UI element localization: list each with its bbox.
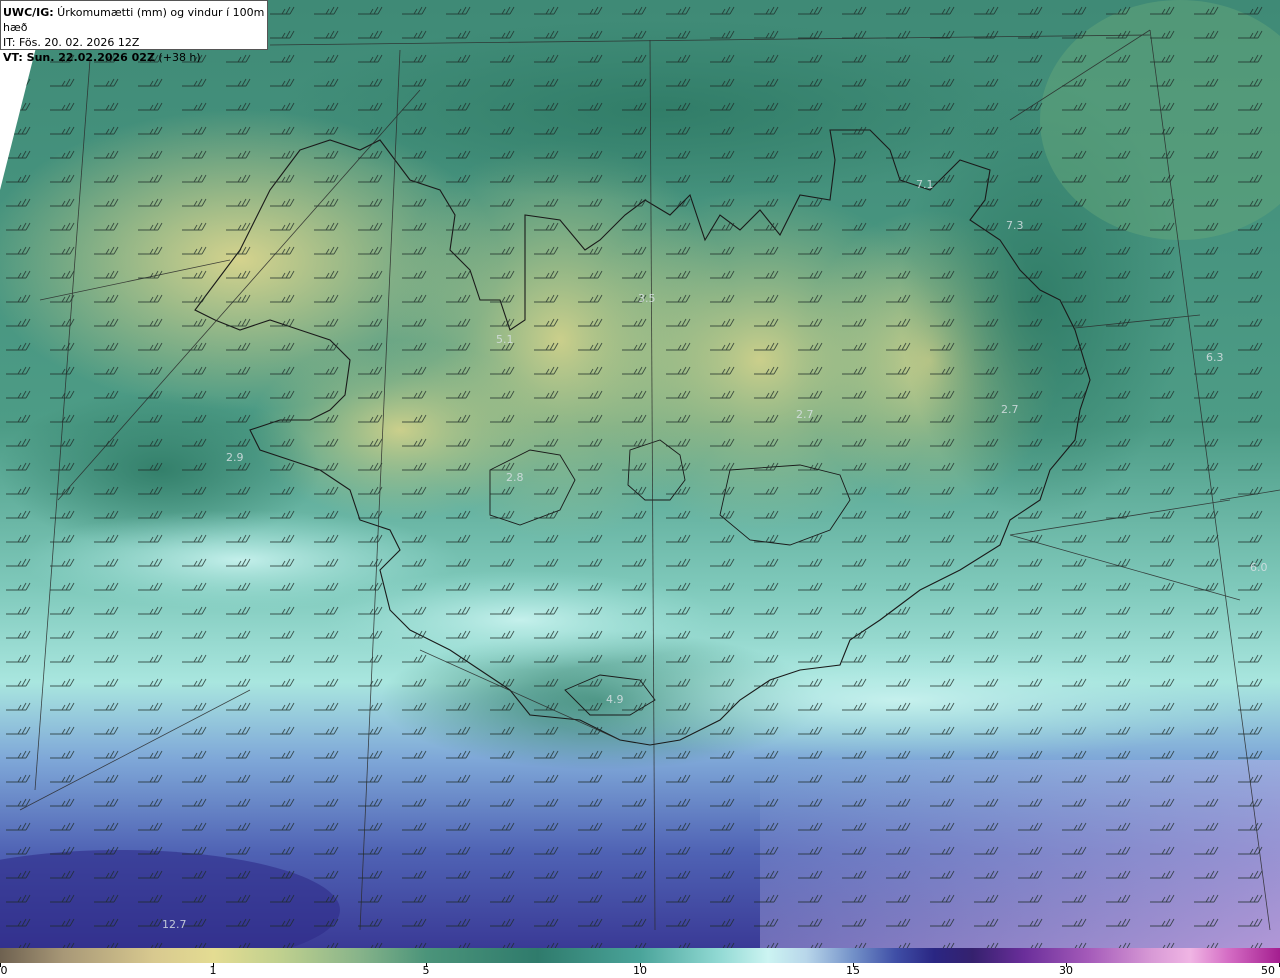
map-value-label: 2.7: [1001, 403, 1019, 416]
precipitation-map: 7.1 7.3 5.1 6.3 2.7 2.9 2.8 2.7 6.0 4.9 …: [0, 0, 1280, 948]
map-value-label: 7.3: [1006, 219, 1024, 232]
map-value-label: 6.3: [1206, 351, 1224, 364]
colorbar-label: 15: [846, 964, 860, 977]
map-value-label: 2.8: [506, 471, 524, 484]
colorbar-label: 0: [0, 964, 8, 977]
map-value-label: 2.7: [796, 408, 814, 421]
map-value-label: 4.9: [606, 693, 624, 706]
map-value-label: 2.9: [226, 451, 244, 464]
title-line: UWC/IG: Úrkomumætti (mm) og vindur í 100…: [3, 5, 267, 35]
map-value-label: 6.0: [1250, 561, 1268, 574]
forecast-hour: (+38 h): [154, 51, 201, 64]
initial-time: IT: Fös. 20. 02. 2026 12Z: [3, 36, 140, 49]
valid-time: VT: Sun. 22.02.2026 02Z: [3, 51, 155, 64]
colorbar-label: 10: [633, 964, 647, 977]
map-value-label: 7.1: [916, 178, 934, 191]
map-info-box: UWC/IG: Úrkomumætti (mm) og vindur í 100…: [0, 0, 268, 64]
map-value-label: 12.7: [162, 918, 187, 931]
map-canvas: 7.1 7.3 5.1 6.3 2.7 2.9 2.8 2.7 6.0 4.9 …: [0, 0, 1280, 948]
colorbar-label: 1: [209, 964, 217, 977]
wind-barbs: [0, 0, 1280, 948]
colorbar-gradient: [0, 948, 1280, 963]
map-value-label: 5.1: [496, 333, 514, 346]
map-value-label: 3.5: [638, 292, 656, 305]
colorbar-label: 50: [1261, 964, 1275, 977]
colorbar-legend: 0 1 5 10 15 30 50: [0, 948, 1280, 978]
colorbar-label: 30: [1059, 964, 1073, 977]
valid-time-line: VT: Sun. 22.02.2026 02Z (+38 h): [3, 50, 267, 65]
model-prefix: UWC/IG:: [3, 6, 54, 19]
colorbar-label: 5: [422, 964, 430, 977]
